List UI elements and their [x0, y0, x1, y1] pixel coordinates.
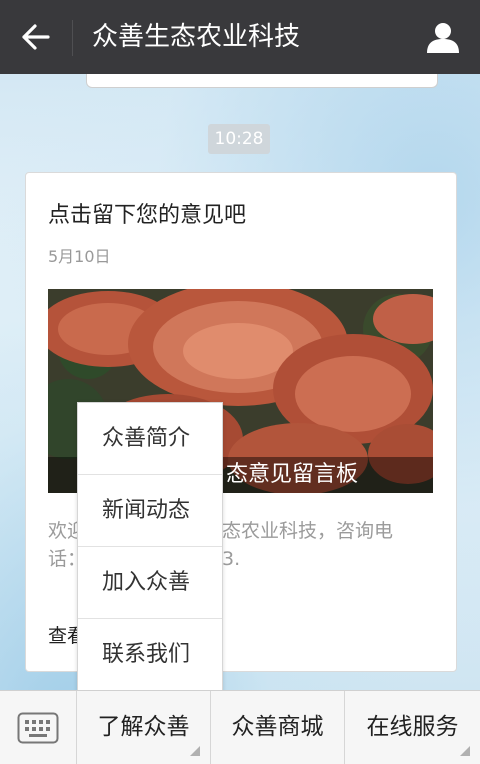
description-part: 3.	[222, 548, 241, 570]
bottom-menu-bar: 了解众善 众善商城 在线服务	[0, 690, 480, 764]
submenu-popup: 众善简介 新闻动态 加入众善 联系我们	[77, 402, 223, 690]
keyboard-toggle-button[interactable]	[0, 691, 77, 764]
back-button[interactable]	[14, 17, 58, 57]
previous-message-card	[86, 74, 438, 88]
menu-tab-label: 了解众善	[97, 714, 190, 740]
submenu-item-intro[interactable]: 众善简介	[78, 403, 222, 475]
chat-area[interactable]: 10:28 点击留下您的意见吧 5月10日 态意见留言板 欢迎 话： 态农业科技…	[0, 74, 480, 690]
header-divider	[72, 20, 73, 56]
back-arrow-icon	[22, 24, 50, 50]
timestamp-badge: 10:28	[208, 124, 270, 154]
user-icon	[427, 23, 459, 53]
menu-tab-service[interactable]: 在线服务	[345, 691, 480, 764]
top-navigation-bar: 众善生态农业科技	[0, 0, 480, 74]
menu-tab-about[interactable]: 了解众善	[77, 691, 211, 764]
menu-tab-label: 在线服务	[366, 714, 459, 740]
submenu-item-contact[interactable]: 联系我们	[78, 619, 222, 690]
profile-button[interactable]	[418, 14, 468, 60]
submenu-item-news[interactable]: 新闻动态	[78, 475, 222, 547]
keyboard-icon	[17, 712, 59, 743]
submenu-item-join[interactable]: 加入众善	[78, 547, 222, 619]
description-part: 态农业科技，咨询电	[222, 520, 394, 542]
submenu-corner-icon	[460, 746, 470, 756]
menu-tab-label: 众善商城	[231, 714, 324, 740]
article-title: 点击留下您的意见吧	[48, 203, 247, 228]
article-date: 5月10日	[48, 247, 111, 266]
menu-tab-shop[interactable]: 众善商城	[211, 691, 345, 764]
submenu-corner-icon	[190, 746, 200, 756]
page-title: 众善生态农业科技	[92, 22, 301, 52]
